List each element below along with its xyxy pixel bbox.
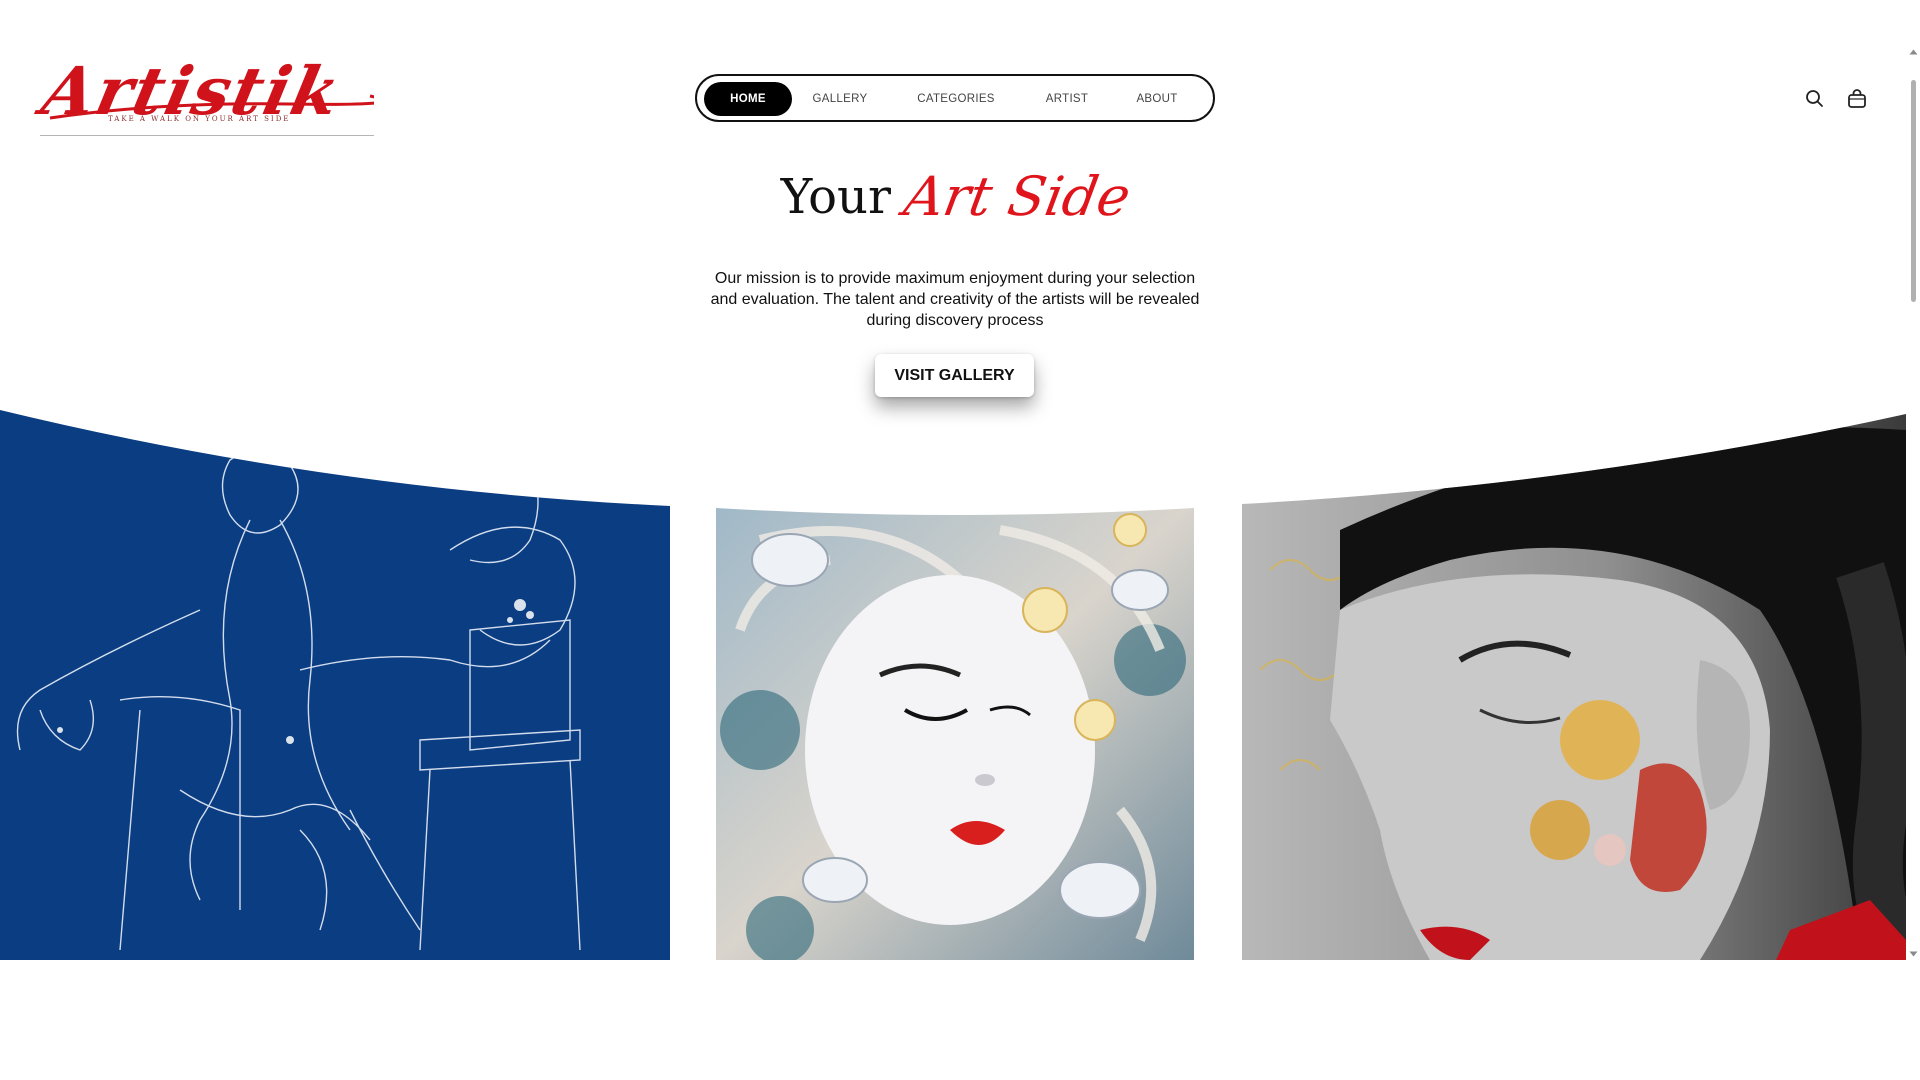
artwork-carousel [0,410,1906,960]
main-nav: HOME GALLERY CATEGORIES ARTIST ABOUT [695,74,1215,122]
hero-description: Our mission is to provide maximum enjoym… [710,270,1200,329]
page-scrollbar[interactable] [1906,44,1920,964]
logo-tagline: TAKE A WALK ON YOUR ART SIDE [108,115,291,123]
hero-title-plain: Your [780,169,891,225]
shopping-bag-icon[interactable] [1845,87,1869,111]
hero-title: Your Art Side [0,165,1910,228]
artwork-panel-3[interactable] [1242,410,1906,960]
scroll-down-arrow-icon[interactable] [1909,950,1918,958]
artwork-panel-1[interactable] [0,410,670,960]
nav-artist[interactable]: ARTIST [1037,82,1097,116]
visit-gallery-button[interactable]: VISIT GALLERY [875,354,1034,397]
nav-about[interactable]: ABOUT [1127,82,1187,116]
search-icon[interactable] [1803,87,1827,111]
logo-underline [40,135,374,136]
artwork-panel-2[interactable] [716,500,1194,960]
logo[interactable]: Artistik TAKE A WALK ON YOUR ART SIDE [36,52,374,138]
nav-home[interactable]: HOME [704,82,792,116]
hero-title-accent: Art Side [899,165,1136,228]
scroll-up-arrow-icon[interactable] [1909,48,1918,56]
nav-categories[interactable]: CATEGORIES [906,82,1006,116]
nav-gallery[interactable]: GALLERY [805,82,875,116]
scroll-thumb[interactable] [1911,80,1916,302]
